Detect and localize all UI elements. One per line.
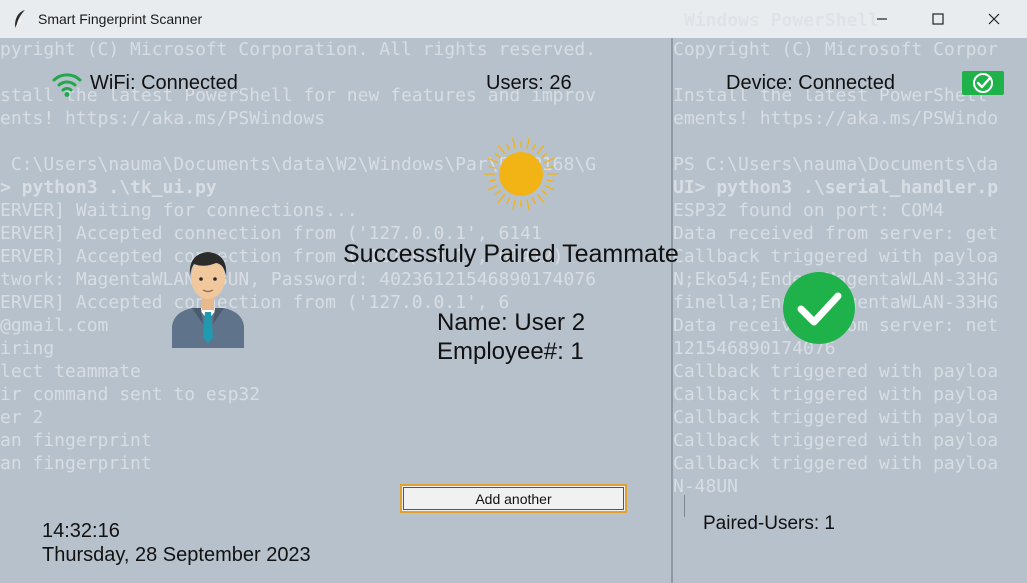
sun-ray [494, 152, 502, 159]
sun-ray [546, 179, 554, 183]
sun-ray [531, 197, 536, 205]
console-line: Callback triggered with payloa [673, 361, 999, 382]
sun-icon [484, 137, 558, 211]
console-line: C:\Users\nauma\Documents\data\W2\Windows… [0, 154, 597, 175]
clock-date: Thursday, 28 September 2023 [42, 544, 311, 566]
sun-ray [531, 143, 536, 151]
console-line: ESP32 found on port: COM4 [673, 200, 944, 221]
teammate-name: Name: User 2 [437, 309, 586, 336]
device-status-label: Device: Connected [726, 72, 895, 94]
close-button[interactable] [966, 0, 1022, 38]
sun-ray [497, 144, 506, 155]
sun-ray [526, 199, 530, 211]
user-avatar-icon [172, 252, 244, 348]
sun-ray [487, 157, 498, 164]
add-another-button-label: Add another [403, 487, 624, 510]
add-another-button[interactable]: Add another [400, 484, 627, 513]
console-line: ements! https://aka.ms/PSWindo [673, 108, 999, 129]
sun-ray [544, 157, 555, 164]
sun-ray [536, 144, 545, 155]
console-line: N-48UN [673, 476, 739, 497]
wifi-status-label: WiFi: Connected [90, 72, 238, 94]
minimize-icon [877, 18, 887, 20]
close-icon [988, 13, 1000, 25]
console-line: ERVER] Waiting for connections... [0, 200, 358, 221]
sun-ray [487, 184, 498, 191]
console-line: Callback triggered with payloa [673, 430, 999, 451]
wifi-icon [52, 73, 82, 97]
console-line: er 2 [0, 407, 44, 428]
checkmark-icon [783, 272, 855, 344]
sun-ray [512, 199, 516, 211]
users-count-label: Users: 26 [486, 72, 572, 94]
sun-ray [540, 189, 548, 196]
pairing-success-headline: Successfuly Paired Teammate [343, 240, 679, 268]
teammate-employee-number: Employee#: 1 [437, 338, 584, 365]
device-connected-icon [962, 71, 1004, 95]
console-line: an fingerprint [0, 430, 152, 451]
sun-ray [494, 189, 502, 196]
title-bar[interactable]: Smart Fingerprint Scanner Windows PowerS… [0, 0, 1027, 38]
console-line: PS C:\Users\nauma\Documents\da [673, 154, 999, 175]
console-line: Callback triggered with payloa [673, 384, 999, 405]
sun-ray [512, 137, 516, 149]
sun-ray [506, 143, 511, 151]
maximize-button[interactable] [910, 0, 966, 38]
console-line: Callback triggered with payloa [673, 407, 999, 428]
text-cursor [684, 495, 685, 517]
sun-ray [497, 193, 506, 204]
console-line: Data received from server: get [673, 223, 999, 244]
background-console-title: Windows PowerShell [684, 10, 880, 31]
sun-ray [540, 152, 548, 159]
console-line: > python3 .\tk_ui.py [0, 177, 217, 198]
console-line: UI> python3 .\serial_handler.p [673, 177, 999, 198]
window-title: Smart Fingerprint Scanner [38, 11, 203, 27]
sun-ray [488, 165, 496, 169]
console-line: an fingerprint [0, 453, 152, 474]
sun-ray [488, 179, 496, 183]
console-line: ents! https://aka.ms/PSWindows [0, 108, 326, 129]
sun-ray [546, 165, 554, 169]
console-line: ir command sent to esp32 [0, 384, 261, 405]
minimize-button[interactable] [854, 0, 910, 38]
sun-ray [526, 137, 530, 149]
console-divider [671, 38, 673, 583]
console-line: Copyright (C) Microsoft Corpor [673, 39, 999, 60]
console-line: pyright (C) Microsoft Corporation. All r… [0, 39, 597, 60]
sun-ray [536, 193, 545, 204]
paired-users-count: Paired-Users: 1 [703, 513, 835, 534]
maximize-icon [932, 13, 944, 25]
sun-ray [544, 184, 555, 191]
console-line: Callback triggered with payloa [673, 453, 999, 474]
console-line: Callback triggered with payloa [673, 246, 999, 267]
console-line: twork: MagentaWLAN-48UN, Password: 40236… [0, 269, 597, 290]
clock-time: 14:32:16 [42, 520, 120, 542]
sun-ray [506, 197, 511, 205]
feather-app-icon [15, 10, 25, 28]
